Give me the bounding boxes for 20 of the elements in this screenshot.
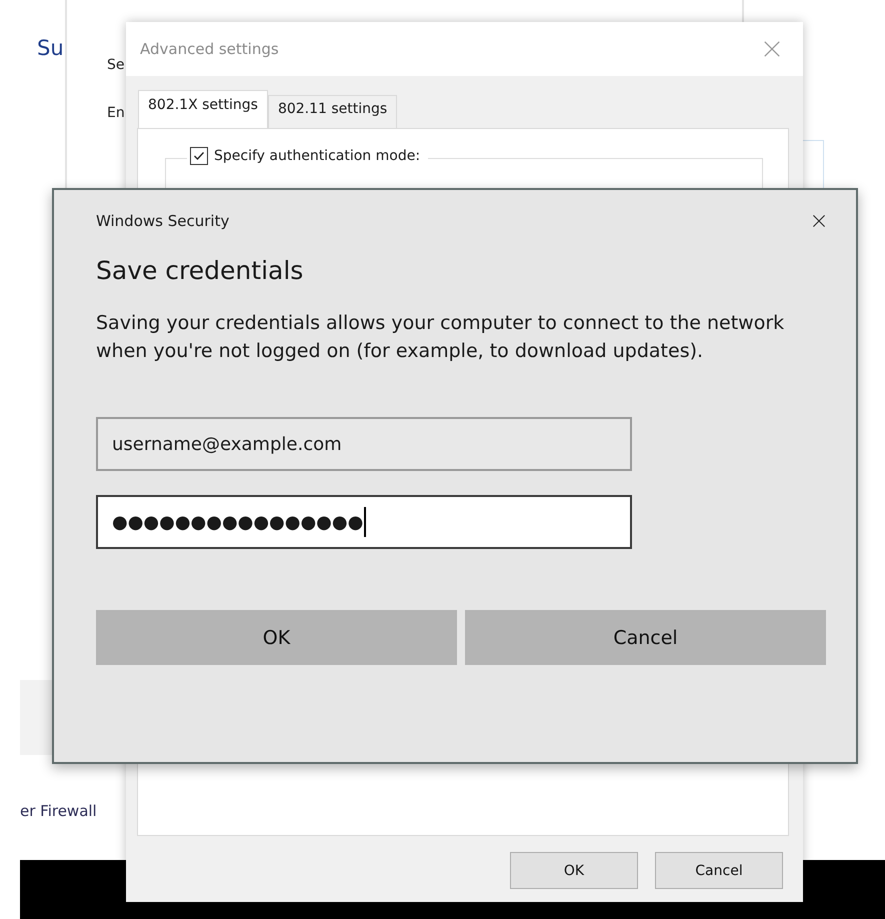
ok-button[interactable]: OK xyxy=(96,610,457,665)
tab[interactable]: 802.11 settings xyxy=(268,95,398,128)
page-heading: Su xyxy=(37,36,64,60)
cancel-button[interactable]: Cancel xyxy=(655,852,783,889)
dialog-message: Saving your credentials allows your computer to connect to the network when you're not logged on (for example, to download updates). xyxy=(96,311,786,364)
dialog-app-name: Windows Security xyxy=(96,212,230,230)
tab[interactable]: 802.1X settings xyxy=(138,90,268,128)
firewall-link[interactable]: er Firewall xyxy=(20,802,97,820)
ok-button[interactable]: OK xyxy=(510,852,638,889)
setting-label: En xyxy=(107,105,125,121)
close-icon[interactable] xyxy=(812,214,826,228)
cancel-button[interactable]: Cancel xyxy=(465,610,826,665)
username-field[interactable]: username@example.com xyxy=(96,417,632,471)
setting-label: Se xyxy=(107,57,124,73)
check-icon xyxy=(193,150,205,162)
password-field[interactable]: ●●●●●●●●●●●●●●●● xyxy=(96,495,632,549)
window-title: Advanced settings xyxy=(140,40,279,58)
dialog-title: Save credentials xyxy=(96,256,304,285)
checkbox-label: Specify authentication mode: xyxy=(214,148,420,164)
checkbox[interactable] xyxy=(190,147,208,165)
